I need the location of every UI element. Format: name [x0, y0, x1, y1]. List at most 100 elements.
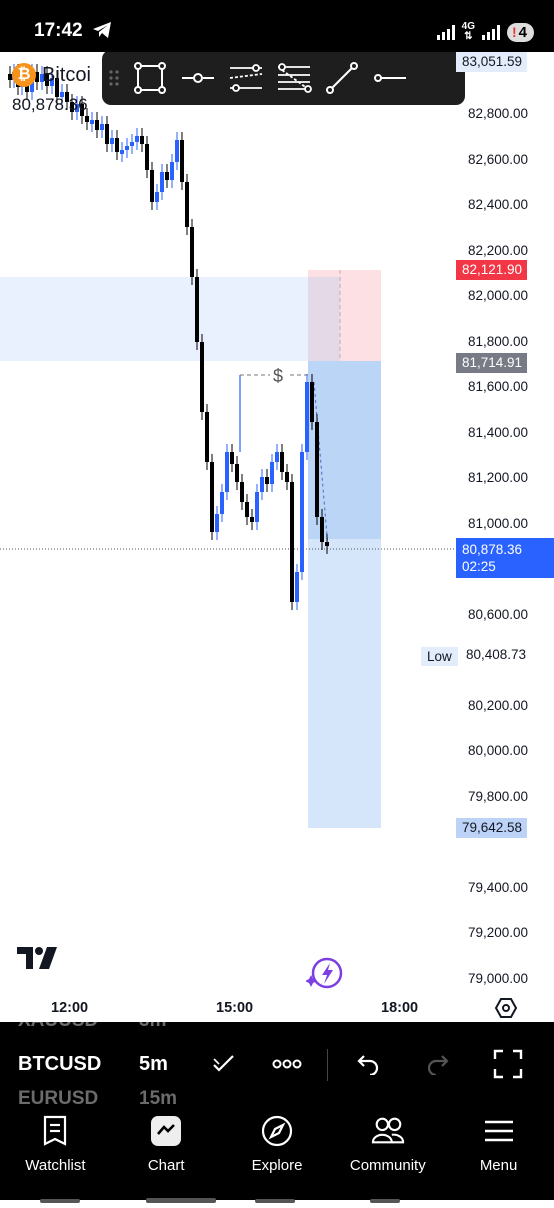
candle [200, 342, 204, 412]
profit-zone[interactable] [308, 539, 381, 828]
candle [145, 144, 149, 170]
community-icon [371, 1114, 405, 1148]
overlap-zone [308, 277, 340, 361]
candle [310, 382, 314, 422]
candle [215, 514, 219, 532]
symbol-bar: XAUUSD 3m BTCUSD 5m EURUSD 15m [0, 1022, 554, 1104]
current-symbol[interactable]: BTCUSD [18, 1053, 101, 1076]
candle [325, 542, 329, 546]
price-tick: 82,400.00 [468, 197, 529, 212]
parallel-channel-tool-icon[interactable] [222, 52, 270, 105]
candle [305, 382, 309, 452]
nav-chart[interactable]: Chart [111, 1104, 222, 1200]
prev-symbol[interactable]: XAUUSD [18, 1022, 98, 1032]
candle [255, 492, 259, 522]
candle [180, 140, 184, 182]
bar-countdown: 02:25 [462, 559, 496, 574]
top-price-label: 83,051.59 [456, 52, 528, 72]
current-timeframe[interactable]: 5m [139, 1053, 168, 1076]
time-label: 15:00 [216, 1000, 254, 1016]
watchlist-icon [38, 1114, 72, 1148]
menu-icon [482, 1114, 516, 1148]
telegram-icon [92, 21, 112, 44]
horizontal-ray-tool-icon[interactable] [174, 52, 222, 105]
candle [170, 162, 174, 180]
candle [160, 172, 164, 192]
next-timeframe[interactable]: 15m [139, 1088, 177, 1104]
chart-icon [149, 1114, 183, 1148]
price-tick: 82,000.00 [468, 288, 529, 303]
indicators-icon[interactable] [204, 1044, 244, 1084]
prev-timeframe[interactable]: 3m [139, 1022, 166, 1032]
home-indicator [0, 1190, 554, 1203]
candle [275, 452, 279, 462]
header-last-price: 80,878.36 [12, 95, 88, 114]
price-tick: 81,000.00 [468, 515, 529, 531]
candle [165, 172, 169, 180]
candle [260, 477, 264, 492]
candle [195, 277, 199, 342]
chart-settings-icon[interactable] [494, 996, 518, 1022]
low-value: 80,408.73 [466, 647, 527, 662]
redo-icon[interactable] [418, 1044, 458, 1084]
drag-handle-icon[interactable] [102, 52, 126, 105]
notification-badge: ! 4 [506, 22, 534, 42]
candle [95, 120, 99, 130]
candle [280, 452, 284, 472]
candle [105, 124, 109, 144]
nav-menu[interactable]: Menu [443, 1104, 554, 1200]
candle [240, 482, 244, 502]
nav-explore[interactable]: Explore [222, 1104, 333, 1200]
candle [150, 170, 154, 202]
status-time: 17:42 [34, 20, 83, 41]
time-label: 12:00 [51, 1000, 89, 1016]
candle [225, 452, 229, 492]
next-symbol[interactable]: EURUSD [18, 1088, 98, 1104]
symbol-header[interactable]: ₿ Bitcoi [12, 63, 91, 87]
undo-icon[interactable] [348, 1044, 388, 1084]
bitcoin-icon: ₿ [12, 63, 36, 87]
candle [285, 472, 289, 482]
nav-label: Menu [479, 1157, 518, 1174]
price-tick: 79,200.00 [468, 925, 529, 940]
candle [115, 138, 119, 152]
candle [185, 182, 189, 227]
price-tick: 80,000.00 [468, 743, 529, 758]
trend-line-tool-icon[interactable] [318, 52, 366, 105]
candle [90, 120, 94, 124]
more-options-icon[interactable] [267, 1044, 307, 1084]
drawing-toolbar [102, 52, 465, 105]
price-tick: 82,600.00 [468, 151, 529, 167]
candle [320, 517, 324, 542]
price-tick: 81,200.00 [468, 470, 529, 485]
nav-label: Explore [251, 1157, 303, 1174]
candle [295, 572, 299, 602]
compass-icon [260, 1114, 294, 1148]
fib-retracement-tool-icon[interactable] [270, 52, 318, 105]
time-axis[interactable]: 12:00 15:00 18:00 [0, 982, 554, 1022]
candle [85, 116, 89, 122]
low-label: Low [421, 647, 458, 666]
fullscreen-icon[interactable] [488, 1044, 528, 1084]
candle [270, 462, 274, 484]
status-bar: 17:42 4G ⇅ ! 4 [0, 0, 554, 52]
candle [230, 452, 234, 464]
candle [205, 412, 209, 462]
horizontal-line-tool-icon[interactable] [366, 52, 414, 105]
candle [175, 140, 179, 162]
nav-label: Community [349, 1157, 426, 1174]
nav-watchlist[interactable]: Watchlist [0, 1104, 111, 1200]
candle [250, 517, 254, 522]
candle [265, 477, 269, 484]
price-tick: 81,400.00 [468, 424, 529, 440]
signal-icon [436, 24, 455, 40]
candle [210, 462, 214, 532]
candle [100, 124, 104, 130]
candle [220, 492, 224, 514]
price-tick: 82,800.00 [468, 106, 529, 121]
chart-area[interactable]: $ ₿ Bitcoi 80,878.36 82,800.00 82,600.00… [0, 52, 554, 1022]
candle [110, 138, 114, 144]
nav-community[interactable]: Community [332, 1104, 443, 1200]
rectangle-tool-icon[interactable] [126, 52, 174, 105]
nav-label: Chart [147, 1157, 185, 1174]
